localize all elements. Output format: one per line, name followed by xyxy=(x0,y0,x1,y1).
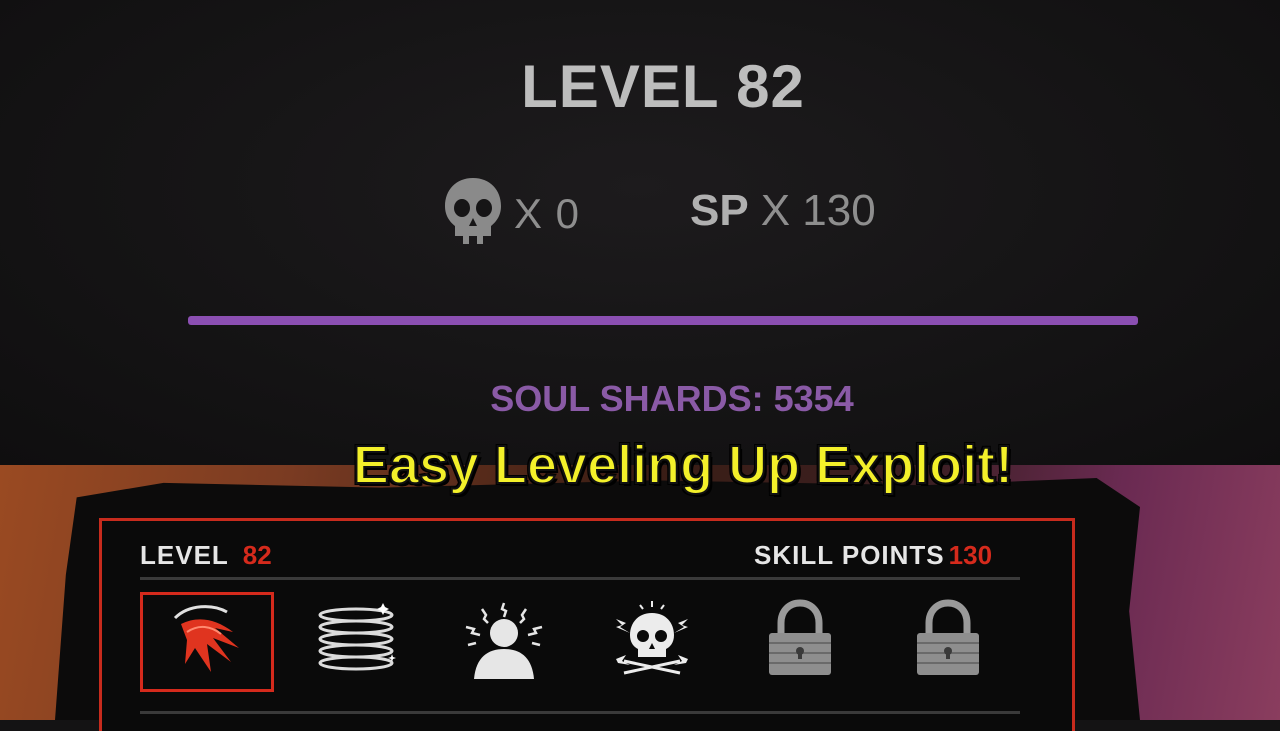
hud-level: LEVEL 82 xyxy=(140,540,272,571)
ability-slot-6-locked[interactable] xyxy=(888,596,1008,686)
ability-slot-5-locked[interactable] xyxy=(740,596,860,686)
sp-label: SP xyxy=(690,186,749,235)
skull-icon xyxy=(442,176,504,252)
hud-skill-value: 130 xyxy=(948,540,993,570)
skull-counter: X 0 xyxy=(442,176,580,252)
ability-slot-3[interactable] xyxy=(444,596,564,686)
padlock-icon xyxy=(765,598,835,684)
hud-divider-bottom xyxy=(140,711,1020,714)
video-caption: Easy Leveling Up Exploit! xyxy=(352,434,1014,496)
ability-slot-1[interactable] xyxy=(140,592,274,692)
red-claw-slash-icon xyxy=(167,602,247,683)
hud-skill-points: SKILL POINTS 130 xyxy=(754,540,992,571)
level-up-screen: LEVEL 82 X 0 SP X 130 SOUL SHARDS: 5354 xyxy=(0,0,1280,465)
level-title: LEVEL 82 xyxy=(521,53,805,120)
hud-level-label: LEVEL xyxy=(140,540,229,570)
ability-slot-4[interactable] xyxy=(592,596,712,686)
rewards-row: X 0 SP X 130 xyxy=(0,170,1280,250)
padlock-icon xyxy=(913,598,983,684)
hud-divider xyxy=(140,577,1020,580)
skill-points-counter: SP X 130 xyxy=(690,186,876,236)
xp-progress-fill xyxy=(188,316,1138,325)
soul-shards-label: SOUL SHARDS: 5354 xyxy=(490,378,854,419)
hud-level-value: 82 xyxy=(242,540,272,570)
skull-count: X 0 xyxy=(514,190,581,237)
ability-slot-2[interactable] xyxy=(296,596,416,686)
hud-skill-label: SKILL POINTS xyxy=(754,540,945,570)
xp-progress-bar xyxy=(188,316,1138,325)
sp-value: X 130 xyxy=(760,186,876,235)
shocked-person-icon xyxy=(454,599,554,684)
skull-lightning-icon xyxy=(602,599,702,684)
spring-coil-icon xyxy=(311,601,401,682)
